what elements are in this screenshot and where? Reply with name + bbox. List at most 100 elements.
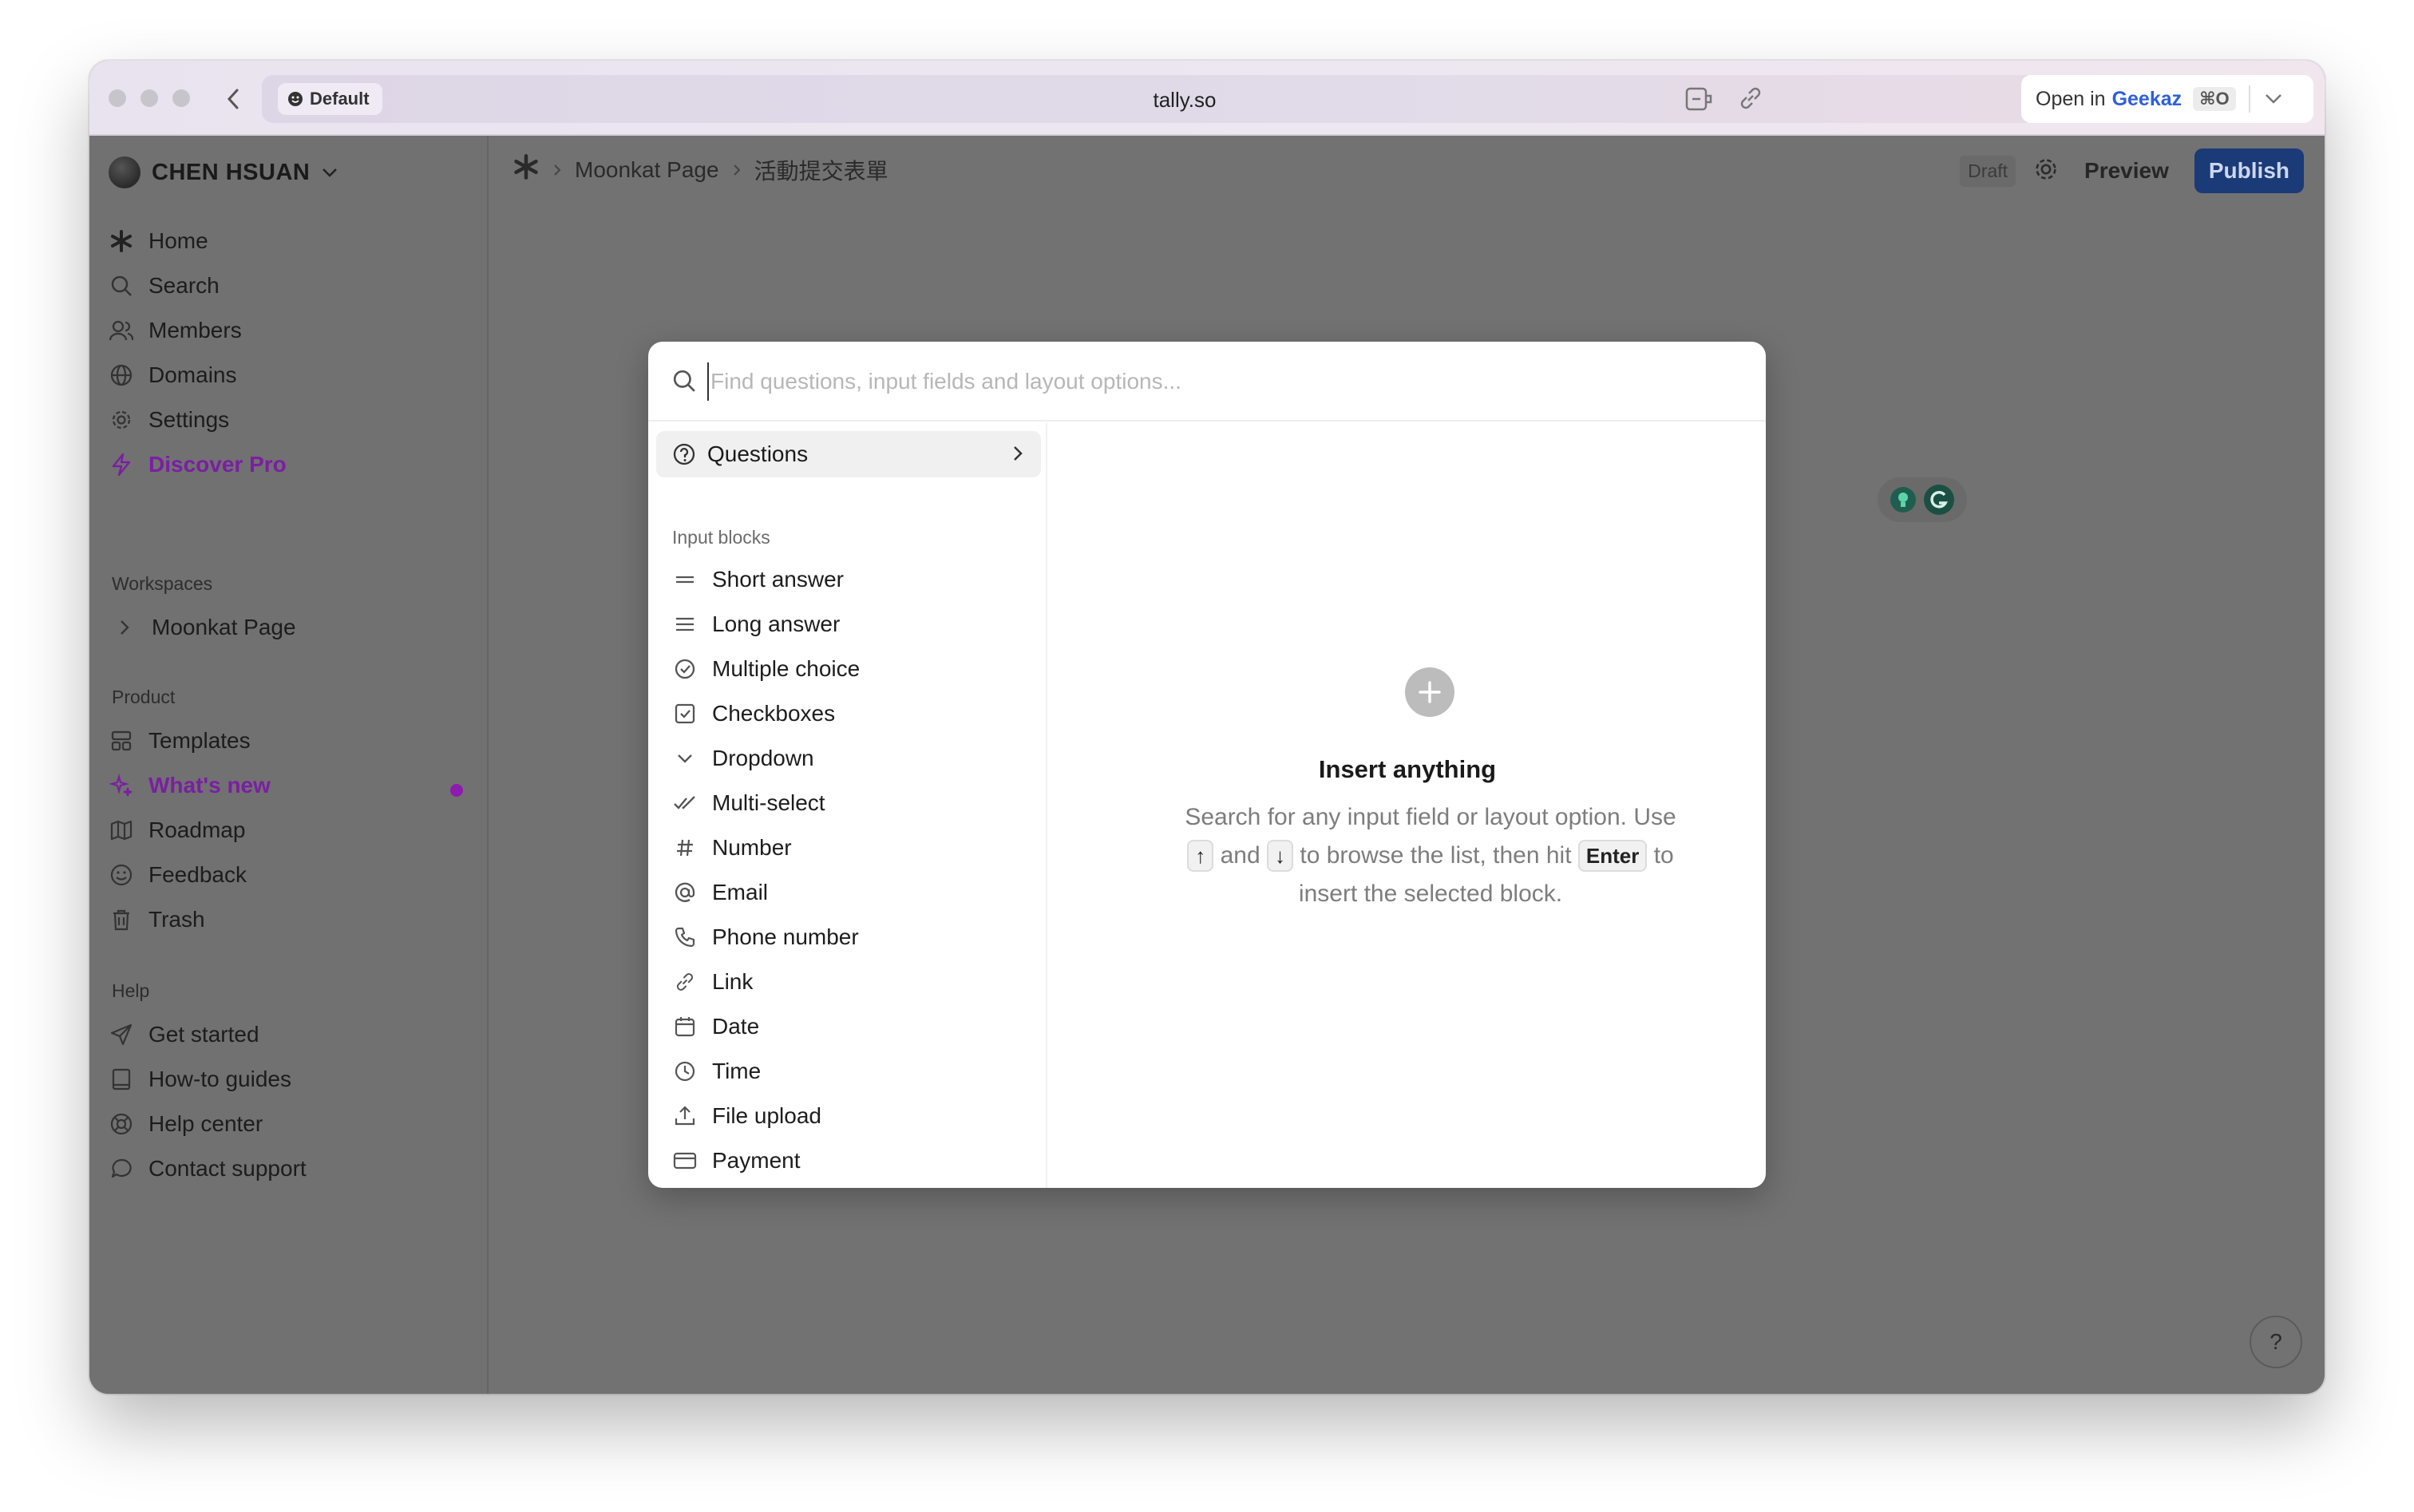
block-file-upload[interactable]: File upload <box>672 1103 821 1129</box>
help-button[interactable]: ? <box>2250 1316 2302 1368</box>
block-search-input[interactable] <box>707 362 1729 401</box>
chevron-right-icon <box>1014 446 1023 461</box>
status-badge: Draft <box>1960 155 2016 187</box>
block-dropdown[interactable]: Dropdown <box>672 746 814 771</box>
sidebar-item-label: Help center <box>148 1111 263 1136</box>
address-bar[interactable]: Default tally.so <box>262 75 2107 123</box>
sidebar-item-whats-new[interactable]: What's new <box>109 773 271 798</box>
arrow-up-key: ↑ <box>1187 840 1214 872</box>
block-label: Email <box>712 880 769 904</box>
grammarly-icon <box>1924 485 1954 515</box>
sidebar-item-label: Discover Pro <box>148 452 287 477</box>
sidebar-item-label: Domains <box>148 362 237 387</box>
sidebar-item-feedback[interactable]: Feedback <box>109 862 247 888</box>
sidebar-item-roadmap[interactable]: Roadmap <box>109 817 245 843</box>
insert-description: Search for any input field or layout opt… <box>1169 798 1692 913</box>
chevron-down-icon <box>323 168 338 177</box>
block-payment[interactable]: Payment <box>672 1148 801 1174</box>
sidebar-item-members[interactable]: Members <box>109 318 242 343</box>
long-answer-icon <box>672 612 698 637</box>
breadcrumb-workspace[interactable]: Moonkat Page <box>575 157 719 183</box>
sidebar-item-search[interactable]: Search <box>109 273 220 299</box>
sidebar-item-label: Members <box>148 318 242 342</box>
link-icon <box>672 969 698 995</box>
sidebar-item-label: Get started <box>148 1022 259 1047</box>
book-icon <box>109 1067 134 1092</box>
sidebar-item-home[interactable]: Home <box>109 228 208 254</box>
block-email[interactable]: Email <box>672 880 768 905</box>
double-check-icon <box>672 790 698 816</box>
question-circle-icon <box>673 443 695 465</box>
block-date[interactable]: Date <box>672 1014 759 1039</box>
open-in-menu-button[interactable] <box>2265 93 2282 105</box>
form-actions: Draft Preview Publish <box>1960 148 2304 193</box>
sparkles-icon <box>109 773 134 798</box>
chevron-left-icon <box>227 89 239 109</box>
zoom-window-button[interactable] <box>172 89 190 107</box>
sidebar-item-label: Contact support <box>148 1156 307 1181</box>
block-list: Questions Input blocks Short answer Long… <box>648 423 1047 1188</box>
breadcrumb-form[interactable]: 活動提交表單 <box>754 154 888 186</box>
open-in-shortcut: ⌘O <box>2193 87 2236 111</box>
block-short-answer[interactable]: Short answer <box>672 567 844 592</box>
gear-icon <box>2036 158 2056 180</box>
url-text: tally.so <box>1153 88 1217 112</box>
credit-card-icon <box>672 1148 698 1174</box>
form-settings-button[interactable] <box>2033 156 2059 186</box>
chevron-right-icon[interactable] <box>112 615 137 640</box>
block-phone-number[interactable]: Phone number <box>672 924 859 950</box>
workspace-name: CHEN HSUAN <box>152 159 311 185</box>
phone-icon <box>672 924 698 950</box>
open-in-app-button[interactable]: Open in Geekaz ⌘O <box>2021 75 2313 123</box>
divider <box>2248 85 2250 113</box>
chat-icon <box>109 1156 134 1181</box>
chevron-down-icon <box>2265 94 2281 104</box>
preview-button[interactable]: Preview <box>2076 158 2177 184</box>
block-label: Dropdown <box>712 746 814 770</box>
grammarly-widget[interactable] <box>1878 477 1967 522</box>
block-multi-select[interactable]: Multi-select <box>672 790 825 816</box>
block-multiple-choice[interactable]: Multiple choice <box>672 656 860 682</box>
sidebar: CHEN HSUAN Home Search Members Domains S… <box>89 136 489 1394</box>
search-icon <box>109 273 134 299</box>
block-number[interactable]: Number <box>672 835 792 861</box>
sidebar-item-domains[interactable]: Domains <box>109 362 236 388</box>
block-label: Payment <box>712 1148 801 1173</box>
workspace-switcher[interactable]: CHEN HSUAN <box>109 156 338 188</box>
trash-icon <box>109 907 134 932</box>
sidebar-item-how-to-guides[interactable]: How-to guides <box>109 1067 291 1092</box>
tally-logo-icon[interactable] <box>512 153 540 186</box>
publish-button[interactable]: Publish <box>2194 148 2304 193</box>
upload-icon <box>672 1103 698 1129</box>
sidebar-item-discover-pro[interactable]: Discover Pro <box>109 452 287 477</box>
sidebar-item-trash[interactable]: Trash <box>109 907 205 932</box>
sidebar-item-moonkat-page[interactable]: Moonkat Page <box>112 615 296 640</box>
block-checkboxes[interactable]: Checkboxes <box>672 701 835 726</box>
back-button[interactable] <box>217 81 249 117</box>
questions-category[interactable]: Questions <box>656 431 1041 477</box>
block-long-answer[interactable]: Long answer <box>672 612 840 637</box>
sidebar-item-label: How-to guides <box>148 1067 291 1091</box>
sidebar-item-contact-support[interactable]: Contact support <box>109 1156 307 1181</box>
block-time[interactable]: Time <box>672 1059 761 1084</box>
sidebar-item-label: What's new <box>148 773 271 798</box>
breadcrumb: Moonkat Page 活動提交表單 <box>512 153 888 186</box>
sidebar-item-templates[interactable]: Templates <box>109 728 251 754</box>
copy-link-icon[interactable] <box>1737 85 1764 112</box>
block-label: Checkboxes <box>712 701 836 726</box>
insert-title: Insert anything <box>1318 755 1497 783</box>
unread-indicator <box>450 784 463 797</box>
open-in-prefix: Open in <box>2036 87 2106 110</box>
sidebar-item-get-started[interactable]: Get started <box>109 1022 259 1047</box>
avatar <box>109 156 140 188</box>
minimize-window-button[interactable] <box>140 89 158 107</box>
close-window-button[interactable] <box>109 89 126 107</box>
sidebar-item-settings[interactable]: Settings <box>109 407 229 433</box>
extension-icon[interactable] <box>1684 85 1715 113</box>
sidebar-item-help-center[interactable]: Help center <box>109 1111 263 1137</box>
block-label: Date <box>712 1014 760 1039</box>
short-answer-icon <box>672 567 698 592</box>
map-icon <box>109 817 134 843</box>
plus-circle-icon <box>1405 667 1454 717</box>
block-link[interactable]: Link <box>672 969 753 995</box>
